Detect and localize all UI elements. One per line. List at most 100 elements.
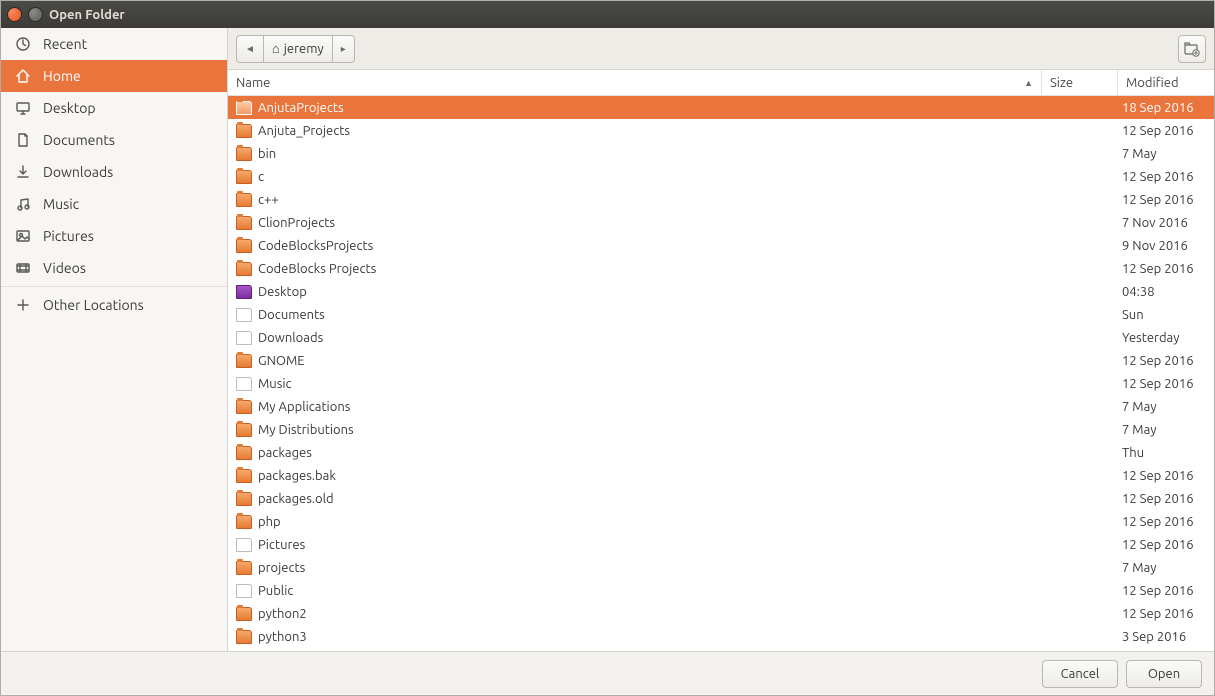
folder-icon [236, 584, 252, 598]
file-modified: 12 Sep 2016 [1118, 377, 1214, 391]
main-pane: ◄ ⌂ jeremy ▸ Name▲ Size Modified AnjutaP… [228, 28, 1214, 651]
window-title: Open Folder [49, 8, 125, 22]
sidebar-item-label: Home [43, 68, 81, 84]
clock-icon [15, 36, 31, 52]
file-row[interactable]: c12 Sep 2016 [228, 165, 1214, 188]
close-icon[interactable] [7, 7, 22, 22]
file-name: Anjuta_Projects [258, 124, 350, 138]
file-row[interactable]: Desktop04:38 [228, 280, 1214, 303]
file-row[interactable]: c++12 Sep 2016 [228, 188, 1214, 211]
desktop-icon [15, 100, 31, 116]
folder-icon [236, 377, 252, 391]
file-row[interactable]: packagesThu [228, 441, 1214, 464]
file-name: GNOME [258, 354, 305, 368]
folder-icon [236, 515, 252, 529]
sidebar-item-label: Documents [43, 132, 115, 148]
file-modified: 7 May [1118, 147, 1214, 161]
sidebar-item-pictures[interactable]: Pictures [1, 220, 227, 252]
minimize-icon[interactable] [28, 7, 43, 22]
folder-icon [236, 170, 252, 184]
file-row[interactable]: Anjuta_Projects12 Sep 2016 [228, 119, 1214, 142]
file-modified: 18 Sep 2016 [1118, 101, 1214, 115]
file-row[interactable]: Pictures12 Sep 2016 [228, 533, 1214, 556]
file-name: ClionProjects [258, 216, 335, 230]
file-row[interactable]: CodeBlocksProjects 9 Nov 2016 [228, 234, 1214, 257]
file-modified: 9 Nov 2016 [1118, 239, 1214, 253]
file-row[interactable]: ClionProjects7 Nov 2016 [228, 211, 1214, 234]
path-current[interactable]: ⌂ jeremy [264, 35, 333, 63]
header-modified[interactable]: Modified [1118, 70, 1214, 95]
folder-icon [236, 124, 252, 138]
file-row[interactable]: php12 Sep 2016 [228, 510, 1214, 533]
videos-icon [15, 260, 31, 276]
file-row[interactable]: DocumentsSun [228, 303, 1214, 326]
file-name: c [258, 170, 264, 184]
plus-icon [15, 297, 31, 313]
folder-icon [236, 216, 252, 230]
file-row[interactable]: GNOME 12 Sep 2016 [228, 349, 1214, 372]
file-modified: 04:38 [1118, 285, 1214, 299]
sidebar-separator [1, 286, 227, 287]
file-row[interactable]: python33 Sep 2016 [228, 625, 1214, 648]
file-modified: Yesterday [1118, 331, 1214, 345]
folder-icon [236, 561, 252, 575]
sidebar-item-desktop[interactable]: Desktop [1, 92, 227, 124]
file-name: Downloads [258, 331, 323, 345]
file-modified: 12 Sep 2016 [1118, 584, 1214, 598]
file-row[interactable]: Music 12 Sep 2016 [228, 372, 1214, 395]
folder-icon [236, 400, 252, 414]
file-row[interactable]: My Applications7 May [228, 395, 1214, 418]
file-row[interactable]: AnjutaProjects 18 Sep 2016 [228, 96, 1214, 119]
file-row[interactable]: Public12 Sep 2016 [228, 579, 1214, 602]
file-row[interactable]: packages.bak12 Sep 2016 [228, 464, 1214, 487]
sidebar-item-label: Other Locations [43, 297, 144, 313]
file-row[interactable]: My Distributions7 May [228, 418, 1214, 441]
file-row[interactable]: bin 7 May [228, 142, 1214, 165]
folder-icon [236, 147, 252, 161]
sidebar-item-other-locations[interactable]: Other Locations [1, 289, 227, 321]
path-back-button[interactable]: ◄ [236, 35, 264, 63]
folder-icon [236, 193, 252, 207]
file-row[interactable]: CodeBlocks Projects12 Sep 2016 [228, 257, 1214, 280]
file-row[interactable]: projects7 May [228, 556, 1214, 579]
file-name: Documents [258, 308, 325, 322]
sidebar-item-documents[interactable]: Documents [1, 124, 227, 156]
download-icon [15, 164, 31, 180]
file-name: Music [258, 377, 292, 391]
sidebar-item-home[interactable]: Home [1, 60, 227, 92]
open-button[interactable]: Open [1126, 660, 1202, 688]
file-modified: 12 Sep 2016 [1118, 354, 1214, 368]
file-name: packages.old [258, 492, 334, 506]
folder-icon [236, 285, 252, 299]
folder-icon [236, 446, 252, 460]
folder-icon [236, 492, 252, 506]
file-row[interactable]: Downloads Yesterday [228, 326, 1214, 349]
file-list[interactable]: AnjutaProjects 18 Sep 2016 Anjuta_Projects… [228, 96, 1214, 651]
file-name: CodeBlocksProjects [258, 239, 373, 253]
file-name: bin [258, 147, 276, 161]
sidebar-item-downloads[interactable]: Downloads [1, 156, 227, 188]
file-modified: 12 Sep 2016 [1118, 492, 1214, 506]
file-name: My Distributions [258, 423, 354, 437]
sidebar-item-videos[interactable]: Videos [1, 252, 227, 284]
new-folder-button[interactable] [1178, 35, 1206, 63]
file-name: python3 [258, 630, 307, 644]
file-name: AnjutaProjects [258, 101, 344, 115]
titlebar[interactable]: Open Folder [1, 1, 1214, 28]
sort-asc-icon: ▲ [1024, 78, 1033, 88]
music-icon [15, 196, 31, 212]
sidebar-item-recent[interactable]: Recent [1, 28, 227, 60]
header-size[interactable]: Size [1042, 70, 1118, 95]
sidebar-item-label: Downloads [43, 164, 113, 180]
home-icon [15, 68, 31, 84]
file-row[interactable]: packages.old 12 Sep 2016 [228, 487, 1214, 510]
file-modified: 12 Sep 2016 [1118, 193, 1214, 207]
header-name[interactable]: Name▲ [228, 70, 1042, 95]
path-forward-button[interactable]: ▸ [333, 35, 355, 63]
path-bar: ◄ ⌂ jeremy ▸ [228, 28, 1214, 70]
sidebar-item-music[interactable]: Music [1, 188, 227, 220]
file-name: Pictures [258, 538, 305, 552]
file-name: packages.bak [258, 469, 336, 483]
file-row[interactable]: python212 Sep 2016 [228, 602, 1214, 625]
cancel-button[interactable]: Cancel [1042, 660, 1118, 688]
